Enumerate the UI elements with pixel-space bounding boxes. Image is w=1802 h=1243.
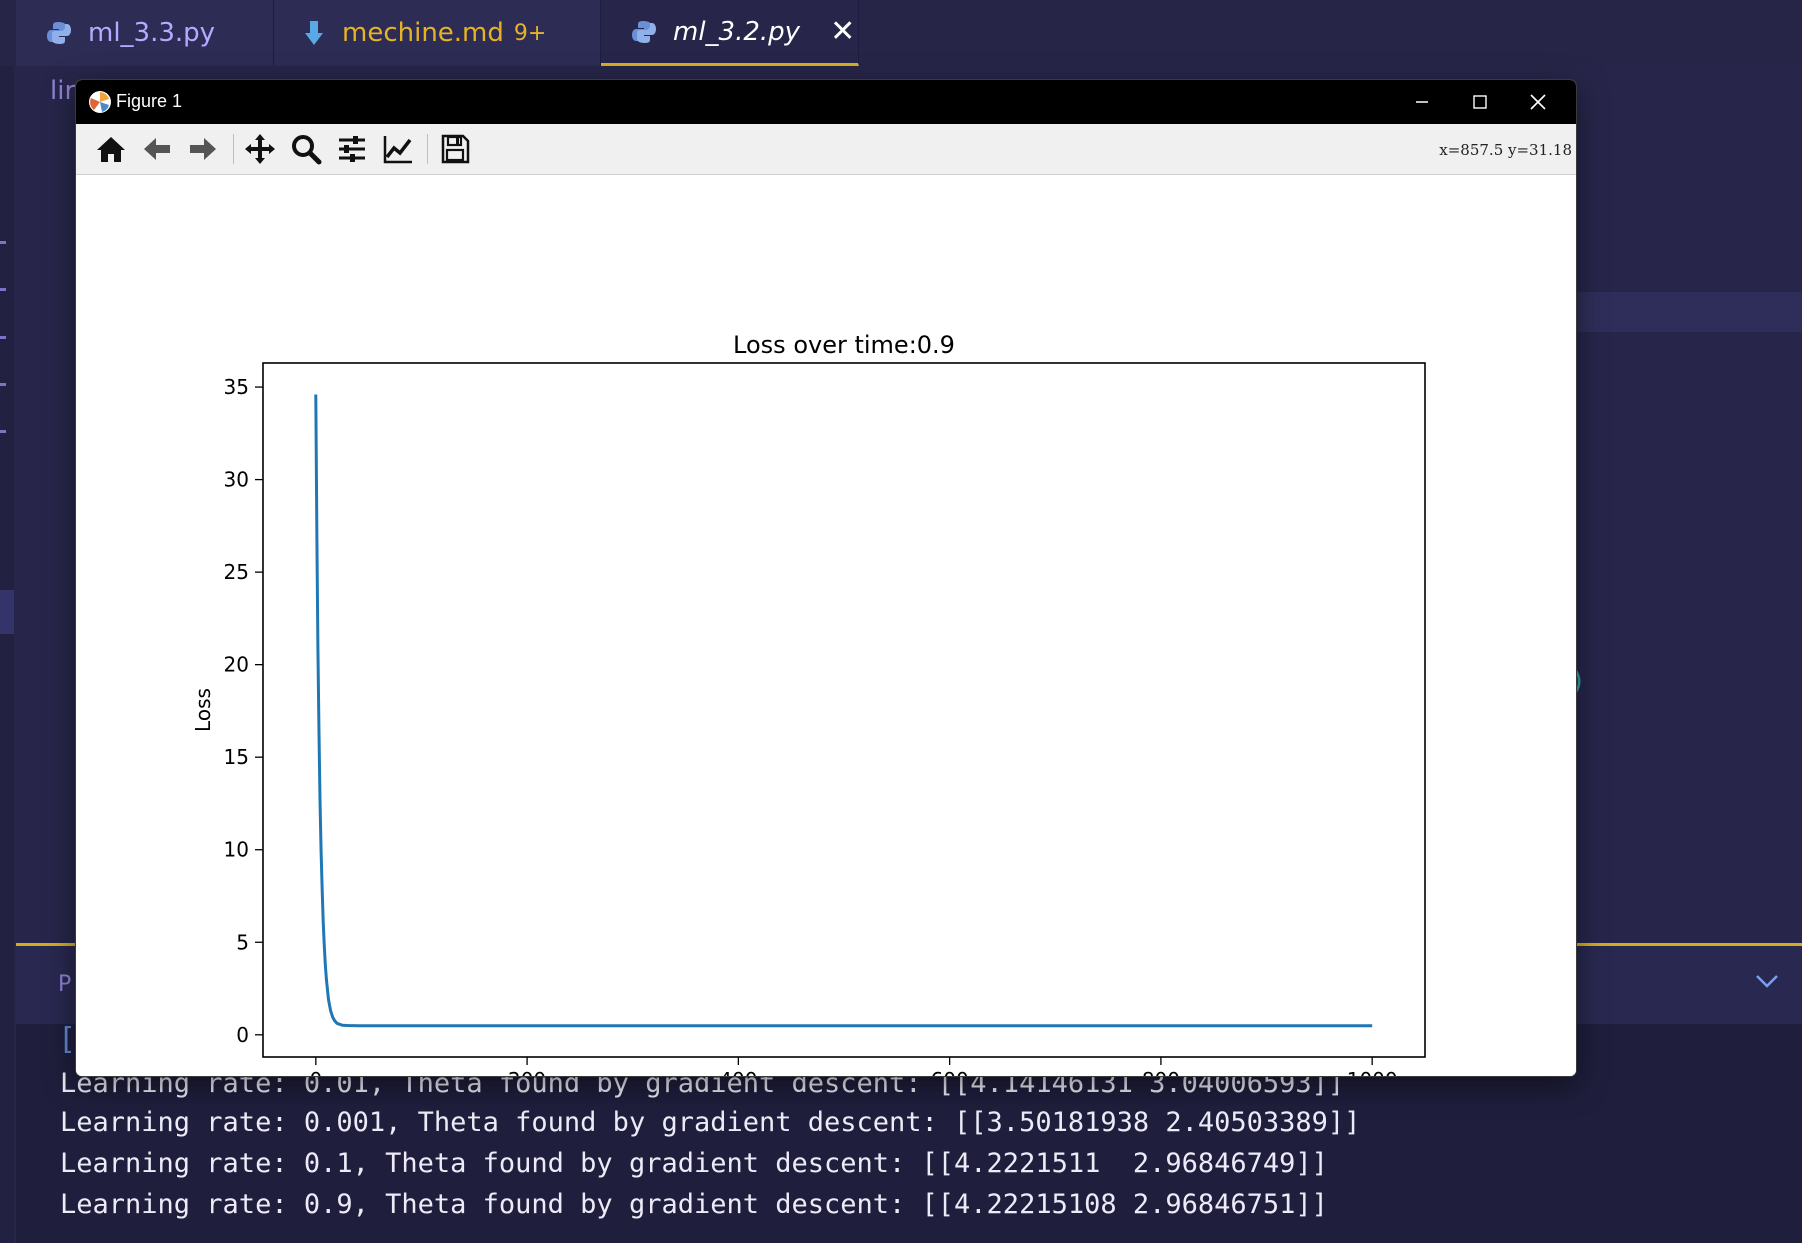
- close-icon: [1530, 94, 1546, 110]
- minimize-icon: [1416, 101, 1428, 103]
- close-button[interactable]: [1518, 86, 1558, 118]
- back-icon: [144, 138, 170, 160]
- y-tick-label: 20: [224, 653, 249, 677]
- x-tick-label: 200: [508, 1068, 546, 1076]
- x-tick-label: 400: [719, 1068, 757, 1076]
- configure-subplots-button[interactable]: [335, 132, 369, 166]
- loss-chart: Loss over time:0.9 0 200 400 600 800 1000 0 5 10 1…: [191, 331, 1426, 1076]
- python-icon: [47, 22, 71, 44]
- chart-title: Loss over time:0.9: [733, 331, 955, 359]
- tab-label: ml_3.3.py: [88, 18, 216, 48]
- zoom-button[interactable]: [289, 132, 323, 166]
- tab-close-icon[interactable]: ✕: [830, 14, 855, 49]
- current-line-highlight: [1575, 292, 1802, 332]
- x-tick-label: 1000: [1347, 1068, 1398, 1076]
- forward-icon: [190, 138, 216, 160]
- activity-gutter: [0, 66, 14, 1243]
- tab-mechine-md[interactable]: mechine.md 9+: [274, 0, 601, 66]
- gutter-mark: [0, 383, 6, 386]
- home-icon: [97, 137, 125, 162]
- terminal-bracket: [: [58, 1022, 77, 1057]
- y-tick-label: 35: [224, 375, 249, 399]
- pan-button[interactable]: [243, 132, 277, 166]
- figure-toolbar: x=857.5 y=31.18: [76, 124, 1576, 175]
- edit-curves-icon: [383, 136, 412, 164]
- axes-frame: [262, 362, 1426, 1058]
- tab-label: mechine.md: [342, 18, 504, 48]
- y-tick-label: 30: [224, 468, 249, 492]
- edit-curves-button[interactable]: [381, 132, 415, 166]
- terminal-line: Learning rate: 0.1, Theta found by gradi…: [60, 1148, 1328, 1179]
- gutter-selection: [0, 590, 14, 634]
- x-tick-label: 0: [309, 1068, 322, 1076]
- x-tick-label: 800: [1142, 1068, 1180, 1076]
- chevron-down-icon[interactable]: [1754, 972, 1780, 990]
- toolbar-separator: [233, 134, 234, 164]
- save-icon: [441, 134, 470, 164]
- subplots-icon: [339, 136, 365, 162]
- home-button[interactable]: [94, 132, 128, 166]
- y-tick-label: 0: [236, 1023, 249, 1047]
- gutter-mark: [0, 336, 6, 339]
- maximize-icon: [1473, 95, 1487, 109]
- toolbar-separator: [427, 134, 428, 164]
- x-tick-label: 600: [931, 1068, 969, 1076]
- pan-icon: [245, 134, 275, 164]
- gutter-mark: [0, 241, 6, 244]
- figure-window: Figure 1 x=857.5 y=31.18 Loss over time:…: [76, 80, 1576, 1076]
- y-tick-label: 15: [224, 745, 249, 769]
- zoom-icon: [292, 135, 322, 165]
- back-button[interactable]: [140, 132, 174, 166]
- y-tick-label: 10: [224, 838, 249, 862]
- cursor-coordinates: x=857.5 y=31.18: [1439, 141, 1572, 159]
- matplotlib-logo-icon: [89, 91, 111, 113]
- gutter-mark: [0, 288, 6, 291]
- figure-titlebar[interactable]: Figure 1: [76, 80, 1576, 124]
- save-figure-button[interactable]: [438, 132, 472, 166]
- panel-title[interactable]: P: [58, 972, 71, 997]
- figure-title: Figure 1: [116, 91, 183, 111]
- plot-canvas[interactable]: Loss over time:0.9 0 200 400 600 800 1000 0 5 10 1…: [76, 175, 1576, 1076]
- terminal-line: Learning rate: 0.9, Theta found by gradi…: [60, 1189, 1328, 1220]
- y-axis-label: Loss: [191, 688, 215, 732]
- y-tick-label: 25: [224, 560, 249, 584]
- terminal-line: Learning rate: 0.001, Theta found by gra…: [60, 1107, 1361, 1138]
- problems-badge: 9+: [513, 20, 547, 46]
- tab-ml-3-2-active[interactable]: ml_3.2.py ✕: [601, 0, 859, 66]
- tab-label: ml_3.2.py: [673, 16, 801, 47]
- y-tick-label: 5: [236, 930, 249, 954]
- maximize-button[interactable]: [1460, 86, 1500, 118]
- loss-series-line: [314, 394, 1373, 1028]
- breadcrumb[interactable]: lir: [50, 76, 75, 106]
- forward-button[interactable]: [186, 132, 220, 166]
- minimize-button[interactable]: [1402, 86, 1442, 118]
- gutter-mark: [0, 430, 6, 433]
- tab-ml-3-3[interactable]: ml_3.3.py: [16, 0, 274, 66]
- python-icon: [632, 20, 656, 43]
- markdown-download-icon: [305, 21, 323, 45]
